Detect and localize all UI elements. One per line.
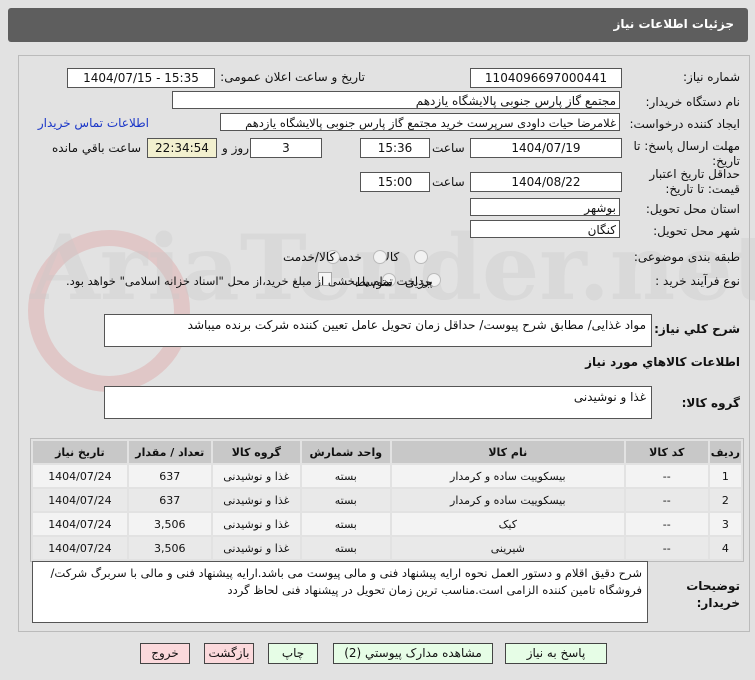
table-cell: غذا و نوشیدنی (212, 513, 300, 535)
summary-textarea[interactable]: مواد غذایی/ مطابق شرح پیوست/ حداقل زمان … (104, 314, 652, 347)
table-cell: بسته (301, 537, 390, 559)
col-date: تاریخ نیاز (33, 441, 127, 463)
province-field: بوشهر (470, 198, 620, 216)
page-title: جزئیات اطلاعات نیاز (613, 17, 734, 31)
table-cell: بسته (301, 465, 390, 487)
need-number-field: 1104096697000441 (470, 68, 622, 88)
category-label: طبقه بندی موضوعی: (633, 250, 740, 264)
table-cell: کیک (391, 513, 624, 535)
col-name: نام کالا (391, 441, 624, 463)
table-cell: 1404/07/24 (33, 465, 127, 487)
table-cell: شیرینی (391, 537, 624, 559)
table-cell: بسته (301, 489, 390, 511)
col-unit: واحد شمارش (301, 441, 390, 463)
back-button[interactable]: بازگشت (204, 643, 254, 664)
goods-table-wrap: ردیف کد کالا نام کالا واحد شمارش گروه کا… (30, 438, 744, 562)
exit-button[interactable]: خروج (140, 643, 190, 664)
remaining-label: ساعت باقي مانده (52, 141, 142, 155)
need-number-label: شماره نیاز: (683, 70, 740, 84)
goods-table: ردیف کد کالا نام کالا واحد شمارش گروه کا… (31, 439, 743, 561)
announce-label: تاریخ و ساعت اعلان عمومی: (220, 70, 365, 84)
table-cell: 637 (128, 489, 211, 511)
goods-info-title: اطلاعات کالاهاي مورد نياز (585, 355, 740, 369)
creator-label: ایجاد کننده درخواست: (629, 117, 740, 131)
buyer-field: مجتمع گاز پارس جنوبی پالایشگاه یازدهم (172, 91, 620, 109)
reply-button[interactable]: پاسخ به نیاز (505, 643, 607, 664)
table-cell: 3,506 (128, 537, 211, 559)
category-option-both: کالا/خدمت (283, 250, 336, 264)
announce-field: 1404/07/15 - 15:35 (67, 68, 215, 88)
col-group: گروه کالا (212, 441, 300, 463)
deadline-time-label: ساعت (432, 141, 465, 155)
print-button[interactable]: چاپ (268, 643, 318, 664)
table-header-row: ردیف کد کالا نام کالا واحد شمارش گروه کا… (33, 441, 741, 463)
deadline-date-field: 1404/07/19 (470, 138, 622, 158)
group-textarea[interactable]: غذا و نوشیدنی (104, 386, 652, 419)
table-row: 1 -- بیسکوییت ساده و کرمدار بسته غذا و نوشید… (33, 465, 741, 487)
days-label: روز و (222, 141, 249, 155)
notes-textarea[interactable]: شرح دقیق اقلام و دستور العمل نحوه ارایه … (32, 561, 648, 623)
table-cell: -- (625, 537, 708, 559)
buyer-label: نام دستگاه خریدار: (645, 95, 741, 109)
validity-date-field: 1404/08/22 (470, 172, 622, 192)
city-field: کنگان (470, 220, 620, 238)
province-label: استان محل تحویل: (645, 202, 740, 216)
table-cell: 1404/07/24 (33, 489, 127, 511)
table-cell: 1404/07/24 (33, 513, 127, 535)
contact-buyer-link[interactable]: اطلاعات تماس خریدار (38, 116, 149, 130)
notes-label: توضیحات خریدار: (686, 579, 740, 610)
table-cell: -- (625, 465, 708, 487)
table-cell: 3,506 (128, 513, 211, 535)
days-field: 3 (250, 138, 322, 158)
table-cell: 1404/07/24 (33, 537, 127, 559)
payment-note: پرداخت تمام یا بخشی از مبلغ خرید،از محل … (66, 274, 433, 288)
table-cell: غذا و نوشیدنی (212, 465, 300, 487)
table-cell: 637 (128, 465, 211, 487)
col-qty: تعداد / مقدار (128, 441, 211, 463)
col-row: ردیف (709, 441, 741, 463)
deadline-time-field: 15:36 (360, 138, 430, 158)
table-cell: -- (625, 513, 708, 535)
col-code: کد کالا (625, 441, 708, 463)
group-label: گروه کالا: (681, 396, 740, 410)
validity-time-label: ساعت (432, 175, 465, 189)
process-label: نوع فرآیند خرید : (655, 274, 740, 288)
table-cell: 2 (709, 489, 741, 511)
table-cell: بیسکوییت ساده و کرمدار (391, 489, 624, 511)
validity-time-field: 15:00 (360, 172, 430, 192)
table-cell: بسته (301, 513, 390, 535)
table-cell: -- (625, 489, 708, 511)
table-cell: بیسکوییت ساده و کرمدار (391, 465, 624, 487)
table-cell: غذا و نوشیدنی (212, 537, 300, 559)
validity-label: حداقل تاریخ اعتبار قیمت: تا تاریخ: (649, 167, 740, 196)
table-cell: 4 (709, 537, 741, 559)
table-row: 3 -- کیک بسته غذا و نوشیدنی 3,506 1404/07/24 (33, 513, 741, 535)
watermark: AriaTender.net (30, 215, 755, 321)
category-radio-goods[interactable] (414, 250, 428, 264)
attachments-button[interactable]: مشاهده مدارک پیوستي (2) (333, 643, 493, 664)
deadline-label: مهلت ارسال پاسخ: تا تاریخ: (633, 139, 740, 168)
table-row: 2 -- بیسکوییت ساده و کرمدار بسته غذا و نوشید… (33, 489, 741, 511)
category-radio-service[interactable] (373, 250, 387, 264)
summary-label: شرح کلي نياز: (654, 322, 740, 336)
remaining-time-field: 22:34:54 (147, 138, 217, 158)
table-row: 4 -- شیرینی بسته غذا و نوشیدنی 3,506 1404/07/2… (33, 537, 741, 559)
page-header: جزئیات اطلاعات نیاز (8, 8, 748, 42)
table-cell: 3 (709, 513, 741, 535)
table-cell: 1 (709, 465, 741, 487)
creator-field: غلامرضا حیات داودی سرپرست خرید مجتمع گاز… (220, 113, 620, 131)
city-label: شهر محل تحویل: (653, 224, 740, 238)
table-cell: غذا و نوشیدنی (212, 489, 300, 511)
